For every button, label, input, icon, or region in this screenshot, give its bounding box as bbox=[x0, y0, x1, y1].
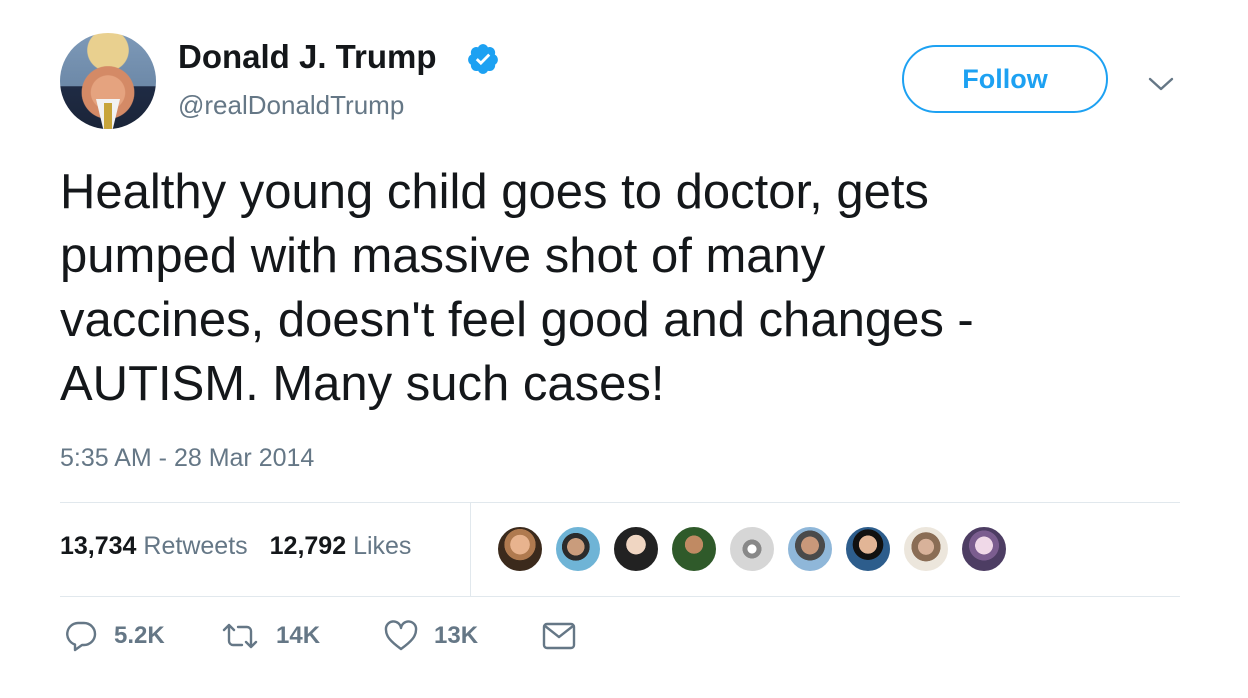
liker-avatar[interactable] bbox=[670, 525, 718, 573]
reply-button[interactable]: 5.2K bbox=[64, 620, 220, 652]
divider bbox=[60, 502, 1180, 503]
retweet-button[interactable]: 14K bbox=[220, 621, 384, 651]
liker-avatar[interactable] bbox=[728, 525, 776, 573]
liker-avatar[interactable] bbox=[786, 525, 834, 573]
verified-badge-icon bbox=[468, 44, 498, 74]
retweet-icon bbox=[222, 623, 258, 649]
divider bbox=[60, 596, 1180, 597]
retweets-label: Retweets bbox=[143, 532, 248, 560]
author-handle[interactable]: @realDonaldTrump bbox=[178, 90, 404, 121]
envelope-icon bbox=[542, 622, 576, 650]
retweets-stat[interactable]: 13,734 Retweets bbox=[60, 532, 248, 561]
chevron-down-icon[interactable] bbox=[1146, 72, 1176, 96]
tweet-stats: 13,734 Retweets 12,792 Likes bbox=[60, 532, 411, 561]
tweet-text: Healthy young child goes to doctor, gets… bbox=[60, 165, 974, 411]
heart-icon bbox=[384, 620, 418, 651]
author-name[interactable]: Donald J. Trump bbox=[178, 38, 437, 76]
liker-avatar[interactable] bbox=[496, 525, 544, 573]
likes-count: 12,792 bbox=[269, 532, 347, 560]
tweet-actions: 5.2K 14K 13K bbox=[64, 620, 592, 652]
liker-avatar[interactable] bbox=[960, 525, 1008, 573]
likes-stat[interactable]: 12,792 Likes bbox=[270, 532, 412, 561]
liker-avatar[interactable] bbox=[554, 525, 602, 573]
like-count: 13K bbox=[434, 622, 479, 649]
liker-avatar[interactable] bbox=[844, 525, 892, 573]
liker-avatar[interactable] bbox=[612, 525, 660, 573]
retweets-count: 13,734 bbox=[60, 532, 137, 560]
retweet-count: 14K bbox=[276, 622, 321, 649]
avatar-tie bbox=[104, 103, 112, 129]
follow-button[interactable]: Follow bbox=[902, 45, 1108, 113]
liker-avatars bbox=[496, 525, 1018, 573]
reply-icon bbox=[66, 621, 97, 652]
likes-label: Likes bbox=[353, 532, 412, 560]
reply-count: 5.2K bbox=[114, 622, 165, 649]
liker-avatar[interactable] bbox=[902, 525, 950, 573]
avatar[interactable] bbox=[60, 33, 156, 129]
tweet-timestamp[interactable]: 5:35 AM - 28 Mar 2014 bbox=[60, 444, 314, 473]
stats-divider bbox=[470, 503, 471, 596]
like-button[interactable]: 13K bbox=[384, 620, 542, 652]
direct-message-button[interactable] bbox=[542, 621, 592, 651]
